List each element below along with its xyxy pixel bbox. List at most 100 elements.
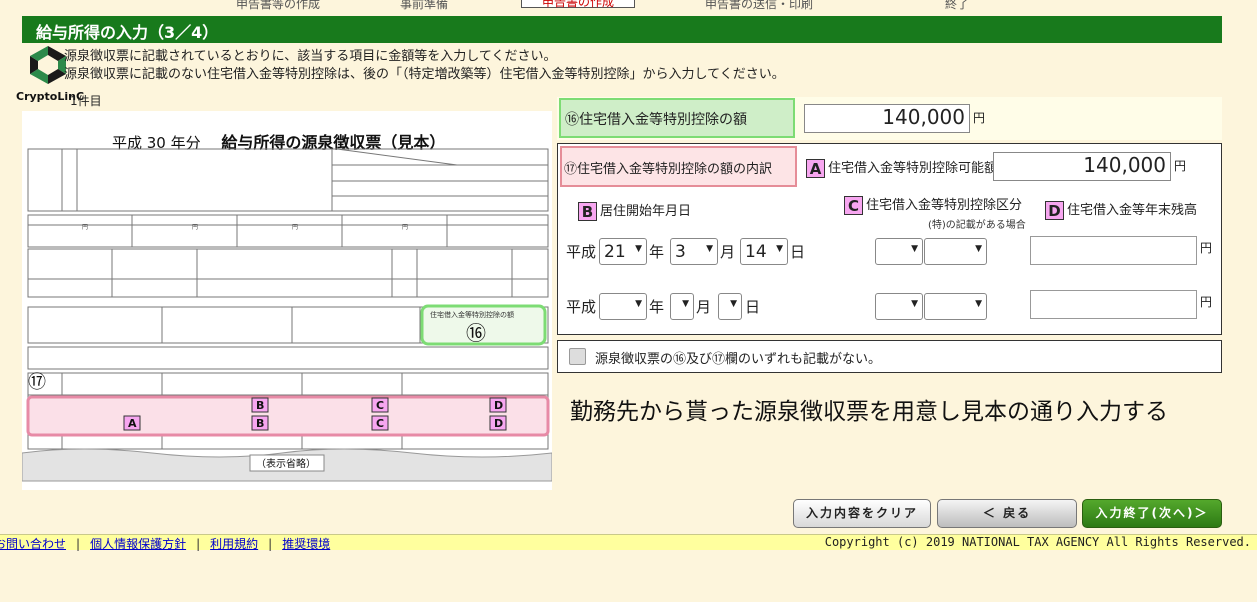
chevron-down-icon: ▼ [975,299,982,309]
yen-unit: 円 [1200,241,1213,255]
move-in-month-select-2[interactable]: ▼ [670,293,694,320]
deductible-amount-input[interactable]: 140,000 [993,152,1171,181]
clear-button[interactable]: 入力内容をクリア [793,499,931,528]
year-end-balance-input-2[interactable] [1030,290,1197,319]
year-unit: 年 [649,298,665,316]
badge-d: D [1045,201,1064,220]
label-c-text: 住宅借入金等特別控除区分 [866,198,1023,213]
no-entry-checkbox-row[interactable]: 源泉徴収票の⑯及び⑰欄のいずれも記載がない。 [557,340,1222,373]
chevron-down-icon: ▼ [911,299,918,309]
label-c-note: (特)の記載がある場合 [928,220,1026,231]
footer-link-terms[interactable]: 利用規約 [210,537,258,551]
sample-omitted-label: （表示省略） [256,457,316,470]
move-in-year-select-2[interactable]: ▼ [599,293,647,320]
era-label: 平成 [566,243,597,261]
sample-badge-d: D [494,399,503,412]
no-entry-checkbox-label: 源泉徴収票の⑯及び⑰欄のいずれも記載がない。 [595,352,882,367]
move-in-month-select-1[interactable]: 3 ▼ [670,238,718,265]
badge-b: B [578,202,597,221]
next-button[interactable]: 入力終了(次へ)＞ [1082,499,1222,528]
step-item: 申告書等の作成 [236,0,321,11]
label-b: B 居住開始年月日 [578,200,691,221]
field-16-row: ⑯住宅借入金等特別控除の額 140,000 円 [557,97,1222,140]
no-entry-checkbox[interactable] [569,348,586,365]
chevron-down-icon: ▼ [730,299,737,309]
hint-text: 勤務先から貰った源泉徴収票を用意し見本の通り入力する [570,399,1168,425]
back-button[interactable]: ＜ 戻る [937,499,1077,528]
field-16-label: ⑯住宅借入金等特別控除の額 [559,98,795,138]
chevron-down-icon: ▼ [635,299,642,309]
separator: | [268,537,273,551]
label-d: D 住宅借入金等年末残高 [1045,199,1197,220]
field-16-amount-input[interactable]: 140,000 [804,104,970,133]
move-in-day-select-1[interactable]: 14 ▼ [740,238,788,265]
select-value: 21 [604,242,626,262]
label-a: A 住宅借入金等特別控除可能額 [806,157,997,178]
year-end-balance-input-1[interactable] [1030,236,1197,265]
field-17-label: ⑰住宅借入金等特別控除の額の内訳 [560,146,797,187]
chevron-down-icon: ▼ [776,244,783,254]
step-item: 終了 [945,0,970,11]
sample-withholding-slip: 平成 30 年分 給与所得の源泉徴収票（見本） 円 円 円 円 ⑯ 住宅借入金等… [22,111,552,490]
move-in-day-select-2[interactable]: ▼ [718,293,742,320]
step-item-current: 申告書の作成 [521,0,636,9]
month-unit: 月 [696,298,712,316]
separator: | [196,537,201,551]
copyright: Copyright (c) 2019 NATIONAL TAX AGENCY A… [824,535,1251,549]
svg-text:円: 円 [402,224,408,231]
footer: お問い合わせ | 個人情報保護方針 | 利用規約 | 推奨環境 Copyright (c) … [0,534,1257,552]
instruction-line: 源泉徴収票に記載のない住宅借入金等特別控除は、後の「（特定増改築等）住宅借入金等… [64,67,785,82]
sample-badge-c: C [376,399,384,412]
deduction-category-select-2a[interactable]: ▼ [875,293,923,320]
sample-slip-graphic: 円 円 円 円 ⑯ 住宅借入金等特別控除の額 ⑰ A B B C C D D （表示省… [22,148,552,482]
badge-a: A [806,159,825,178]
era-label: 平成 [566,298,597,316]
chevron-down-icon: ▼ [975,244,982,254]
sample-circle-17: ⑰ [28,372,46,393]
yen-unit: 円 [1200,295,1213,309]
page-title: 給与所得の入力（3／4） [22,16,1222,43]
svg-text:円: 円 [292,224,298,231]
step-item: 申告書の送信・印刷 [705,0,814,11]
label-a-text: 住宅借入金等特別控除可能額 [828,161,998,176]
chevron-down-icon: ▼ [911,244,918,254]
label-b-text: 居住開始年月日 [600,204,692,219]
select-value: 14 [745,242,767,262]
footer-link-privacy[interactable]: 個人情報保護方針 [90,537,186,551]
chevron-down-icon: ▼ [682,299,689,309]
field-17-breakdown: ⑰住宅借入金等特別控除の額の内訳 A 住宅借入金等特別控除可能額 140,000 … [557,143,1222,335]
sample-badge-d: D [494,417,503,430]
chevron-down-icon: ▼ [706,244,713,254]
svg-text:円: 円 [192,224,198,231]
day-unit: 日 [790,243,806,261]
deduction-category-select-2b[interactable]: ▼ [924,293,987,320]
select-value: 3 [675,242,686,262]
sample-badge-b: B [256,399,264,412]
sample-badge-a: A [128,417,137,430]
instructions: 源泉徴収票に記載されているとおりに、該当する項目に金額等を入力してください。 源… [64,48,785,84]
sample-field-16-label: 住宅借入金等特別控除の額 [430,310,514,319]
move-in-year-select-1[interactable]: 21 ▼ [599,238,647,265]
sample-badge-c: C [376,417,384,430]
step-item: 事前準備 [400,0,449,11]
day-unit: 日 [745,298,761,316]
instruction-line: 源泉徴収票に記載されているとおりに、該当する項目に金額等を入力してください。 [64,49,557,64]
footer-link-environment[interactable]: 推奨環境 [282,537,330,551]
footer-link-contact[interactable]: お問い合わせ [0,537,66,551]
step-navigation: 申告書等の作成 事前準備 申告書の作成 申告書の送信・印刷 終了 [230,0,1030,14]
year-unit: 年 [649,243,665,261]
sample-circle-16: ⑯ [466,321,486,345]
label-c: C 住宅借入金等特別控除区分 [844,194,1022,215]
item-count: 1件目 [70,94,102,108]
label-d-text: 住宅借入金等年末残高 [1067,203,1198,218]
footer-links: お問い合わせ | 個人情報保護方針 | 利用規約 | 推奨環境 [0,535,330,552]
sample-badge-b: B [256,417,264,430]
separator: | [76,537,81,551]
yen-unit: 円 [1174,159,1187,173]
chevron-down-icon: ▼ [635,244,642,254]
yen-unit: 円 [973,111,986,125]
svg-text:円: 円 [82,224,88,231]
deduction-category-select-1a[interactable]: ▼ [875,238,923,265]
deduction-category-select-1b[interactable]: ▼ [924,238,987,265]
month-unit: 月 [720,243,736,261]
